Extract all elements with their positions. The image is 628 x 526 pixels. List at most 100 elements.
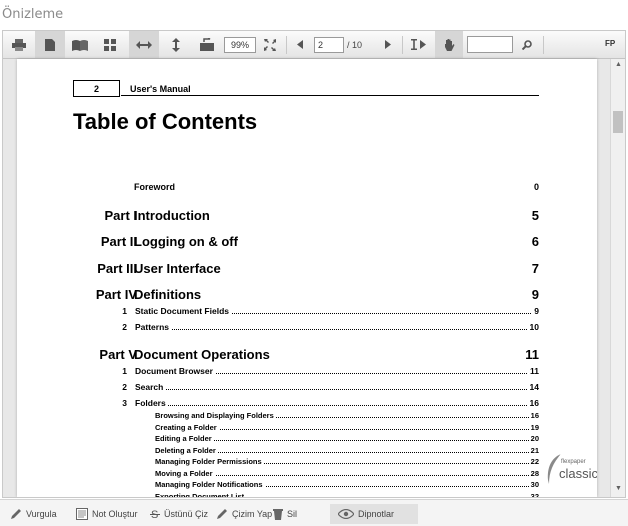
- document-area[interactable]: 2 User's Manual Table of Contents Forewo…: [3, 59, 625, 497]
- toc-sub-row[interactable]: Deleting a Folder 21: [17, 446, 597, 456]
- toc-subsection-page: 32: [528, 492, 539, 497]
- thumbnails-button[interactable]: [99, 31, 121, 58]
- toc-section-row[interactable]: 1 Document Browser 11: [17, 366, 597, 377]
- toolbar-separator: [543, 36, 544, 54]
- toc-part-page: 7: [531, 261, 539, 276]
- toc-part-label: Part V: [99, 347, 137, 362]
- toc-subsection-name: Managing Folder Notifications: [155, 480, 265, 489]
- text-select-button[interactable]: [407, 31, 431, 58]
- toc-part-label: Part II: [100, 234, 137, 249]
- toc-part-row[interactable]: Part V Document Operations 11: [17, 347, 597, 363]
- footnotes-label: Dipnotlar: [358, 509, 395, 519]
- toolbar-separator: [286, 36, 287, 54]
- logo-brand-bottom: classic: [559, 466, 597, 481]
- toc-subsection-name: Browsing and Displaying Folders: [155, 411, 276, 420]
- header-title: User's Manual: [130, 84, 191, 94]
- toc-section-row[interactable]: 1 Static Document Fields 9: [17, 306, 597, 317]
- grid-icon: [104, 38, 116, 51]
- toc-sub-row[interactable]: Creating a Folder 19: [17, 423, 597, 433]
- next-page-button[interactable]: [379, 31, 397, 58]
- toc-subsection-page: 28: [528, 469, 539, 478]
- book-icon: [72, 39, 88, 51]
- fit-height-button[interactable]: [165, 31, 187, 58]
- toc-sub-row[interactable]: Exporting Document List 32: [17, 492, 597, 497]
- toc-part-row[interactable]: Part IV Definitions 9: [17, 287, 597, 303]
- previous-page-button[interactable]: [291, 31, 309, 58]
- toc-sub-row[interactable]: Moving a Folder 28: [17, 469, 597, 479]
- toc-sub-row[interactable]: Managing Folder Permissions 22: [17, 457, 597, 467]
- scroll-down-icon[interactable]: ▼: [615, 485, 622, 492]
- toolbar-separator: [402, 36, 403, 54]
- eye-icon: [338, 509, 354, 519]
- pan-hand-button[interactable]: [435, 31, 463, 58]
- toc-leader-dots: [135, 389, 537, 390]
- toc-part-name: User Interface: [134, 261, 221, 276]
- toc-part-row[interactable]: Part II Logging on & off 6: [17, 234, 597, 250]
- toc-section-row[interactable]: 2 Patterns 10: [17, 322, 597, 333]
- fullscreen-button[interactable]: [259, 31, 281, 58]
- toc-subsection-page: 21: [528, 446, 539, 455]
- print-button[interactable]: [7, 31, 31, 58]
- toc-part-name: Logging on & off: [134, 234, 238, 249]
- hand-icon: [444, 39, 454, 51]
- note-icon: [76, 508, 88, 520]
- strikethrough-button[interactable]: S Üstünü Çiz: [150, 504, 208, 524]
- two-page-button[interactable]: [67, 31, 93, 58]
- toc-section-row[interactable]: 2 Search 14: [17, 382, 597, 393]
- toc-part-label: Part IV: [95, 287, 137, 302]
- fullscreen-icon: [264, 38, 276, 51]
- search-input[interactable]: [467, 36, 513, 53]
- toc-part-page: 6: [531, 234, 539, 249]
- zoom-level[interactable]: 99%: [224, 37, 256, 53]
- toc-part-page: 5: [531, 208, 539, 223]
- strikethrough-icon: S: [150, 509, 160, 520]
- toc-part-page: 9: [531, 287, 539, 302]
- draw-pencil-icon: [217, 509, 227, 519]
- rotate-button[interactable]: [195, 31, 219, 58]
- highlight-button[interactable]: Vurgula: [10, 504, 57, 524]
- toc-subsection-name: Deleting a Folder: [155, 446, 218, 455]
- scroll-up-icon[interactable]: ▲: [615, 61, 622, 68]
- toc-subsection-name: Creating a Folder: [155, 423, 219, 432]
- toc-sub-row[interactable]: Managing Folder Notifications 30: [17, 480, 597, 490]
- toc-foreword[interactable]: Foreword 0: [17, 182, 597, 194]
- single-page-icon: [45, 38, 55, 51]
- create-note-button[interactable]: Not Oluştur: [76, 504, 138, 524]
- vertical-scrollbar[interactable]: ▲ ▼: [610, 59, 625, 497]
- highlight-label: Vurgula: [26, 509, 57, 519]
- toc-part-row[interactable]: Part I Introduction 5: [17, 208, 597, 224]
- toc-section-number: 1: [122, 366, 127, 376]
- toc-leader-dots: [135, 329, 537, 330]
- delete-button[interactable]: Sil: [273, 504, 297, 524]
- toc-sub-row[interactable]: Browsing and Displaying Folders 16: [17, 411, 597, 421]
- trash-icon: [273, 509, 283, 520]
- toc-part-row[interactable]: Part III User Interface 7: [17, 261, 597, 277]
- toc-sub-row[interactable]: Editing a Folder 20: [17, 434, 597, 444]
- flexpaper-about-button[interactable]: FP: [605, 39, 615, 48]
- toc-section-page: 16: [527, 398, 539, 408]
- triangle-left-icon: [297, 40, 303, 49]
- draw-button[interactable]: Çizim Yap: [216, 504, 272, 524]
- single-page-button[interactable]: [35, 31, 65, 58]
- toc-subsection-page: 22: [528, 457, 539, 466]
- toc-subsection-name: Exporting Document List: [155, 492, 247, 497]
- toc-part-label: Part I: [104, 208, 137, 223]
- page-total: / 10: [347, 40, 363, 50]
- pencil-icon: [11, 509, 21, 519]
- toc-section-name: Search: [135, 382, 166, 392]
- toc-section-row[interactable]: 3 Folders 16: [17, 398, 597, 409]
- page-number-input[interactable]: [314, 37, 344, 53]
- search-button[interactable]: [517, 31, 537, 58]
- rotate-icon: [200, 38, 214, 51]
- footnotes-button[interactable]: Dipnotlar: [330, 504, 418, 524]
- toc-part-name: Introduction: [134, 208, 210, 223]
- delete-label: Sil: [287, 509, 298, 519]
- toc-section-number: 3: [122, 398, 127, 408]
- horizontal-arrows-icon: [136, 40, 152, 49]
- toc-section-name: Patterns: [135, 322, 172, 332]
- toc-foreword-page: 0: [533, 182, 539, 192]
- flexpaper-logo: flexpaper classic: [545, 454, 597, 488]
- toc-section-number: 2: [122, 382, 127, 392]
- fit-width-button[interactable]: [129, 31, 159, 58]
- scrollbar-thumb[interactable]: [613, 111, 623, 133]
